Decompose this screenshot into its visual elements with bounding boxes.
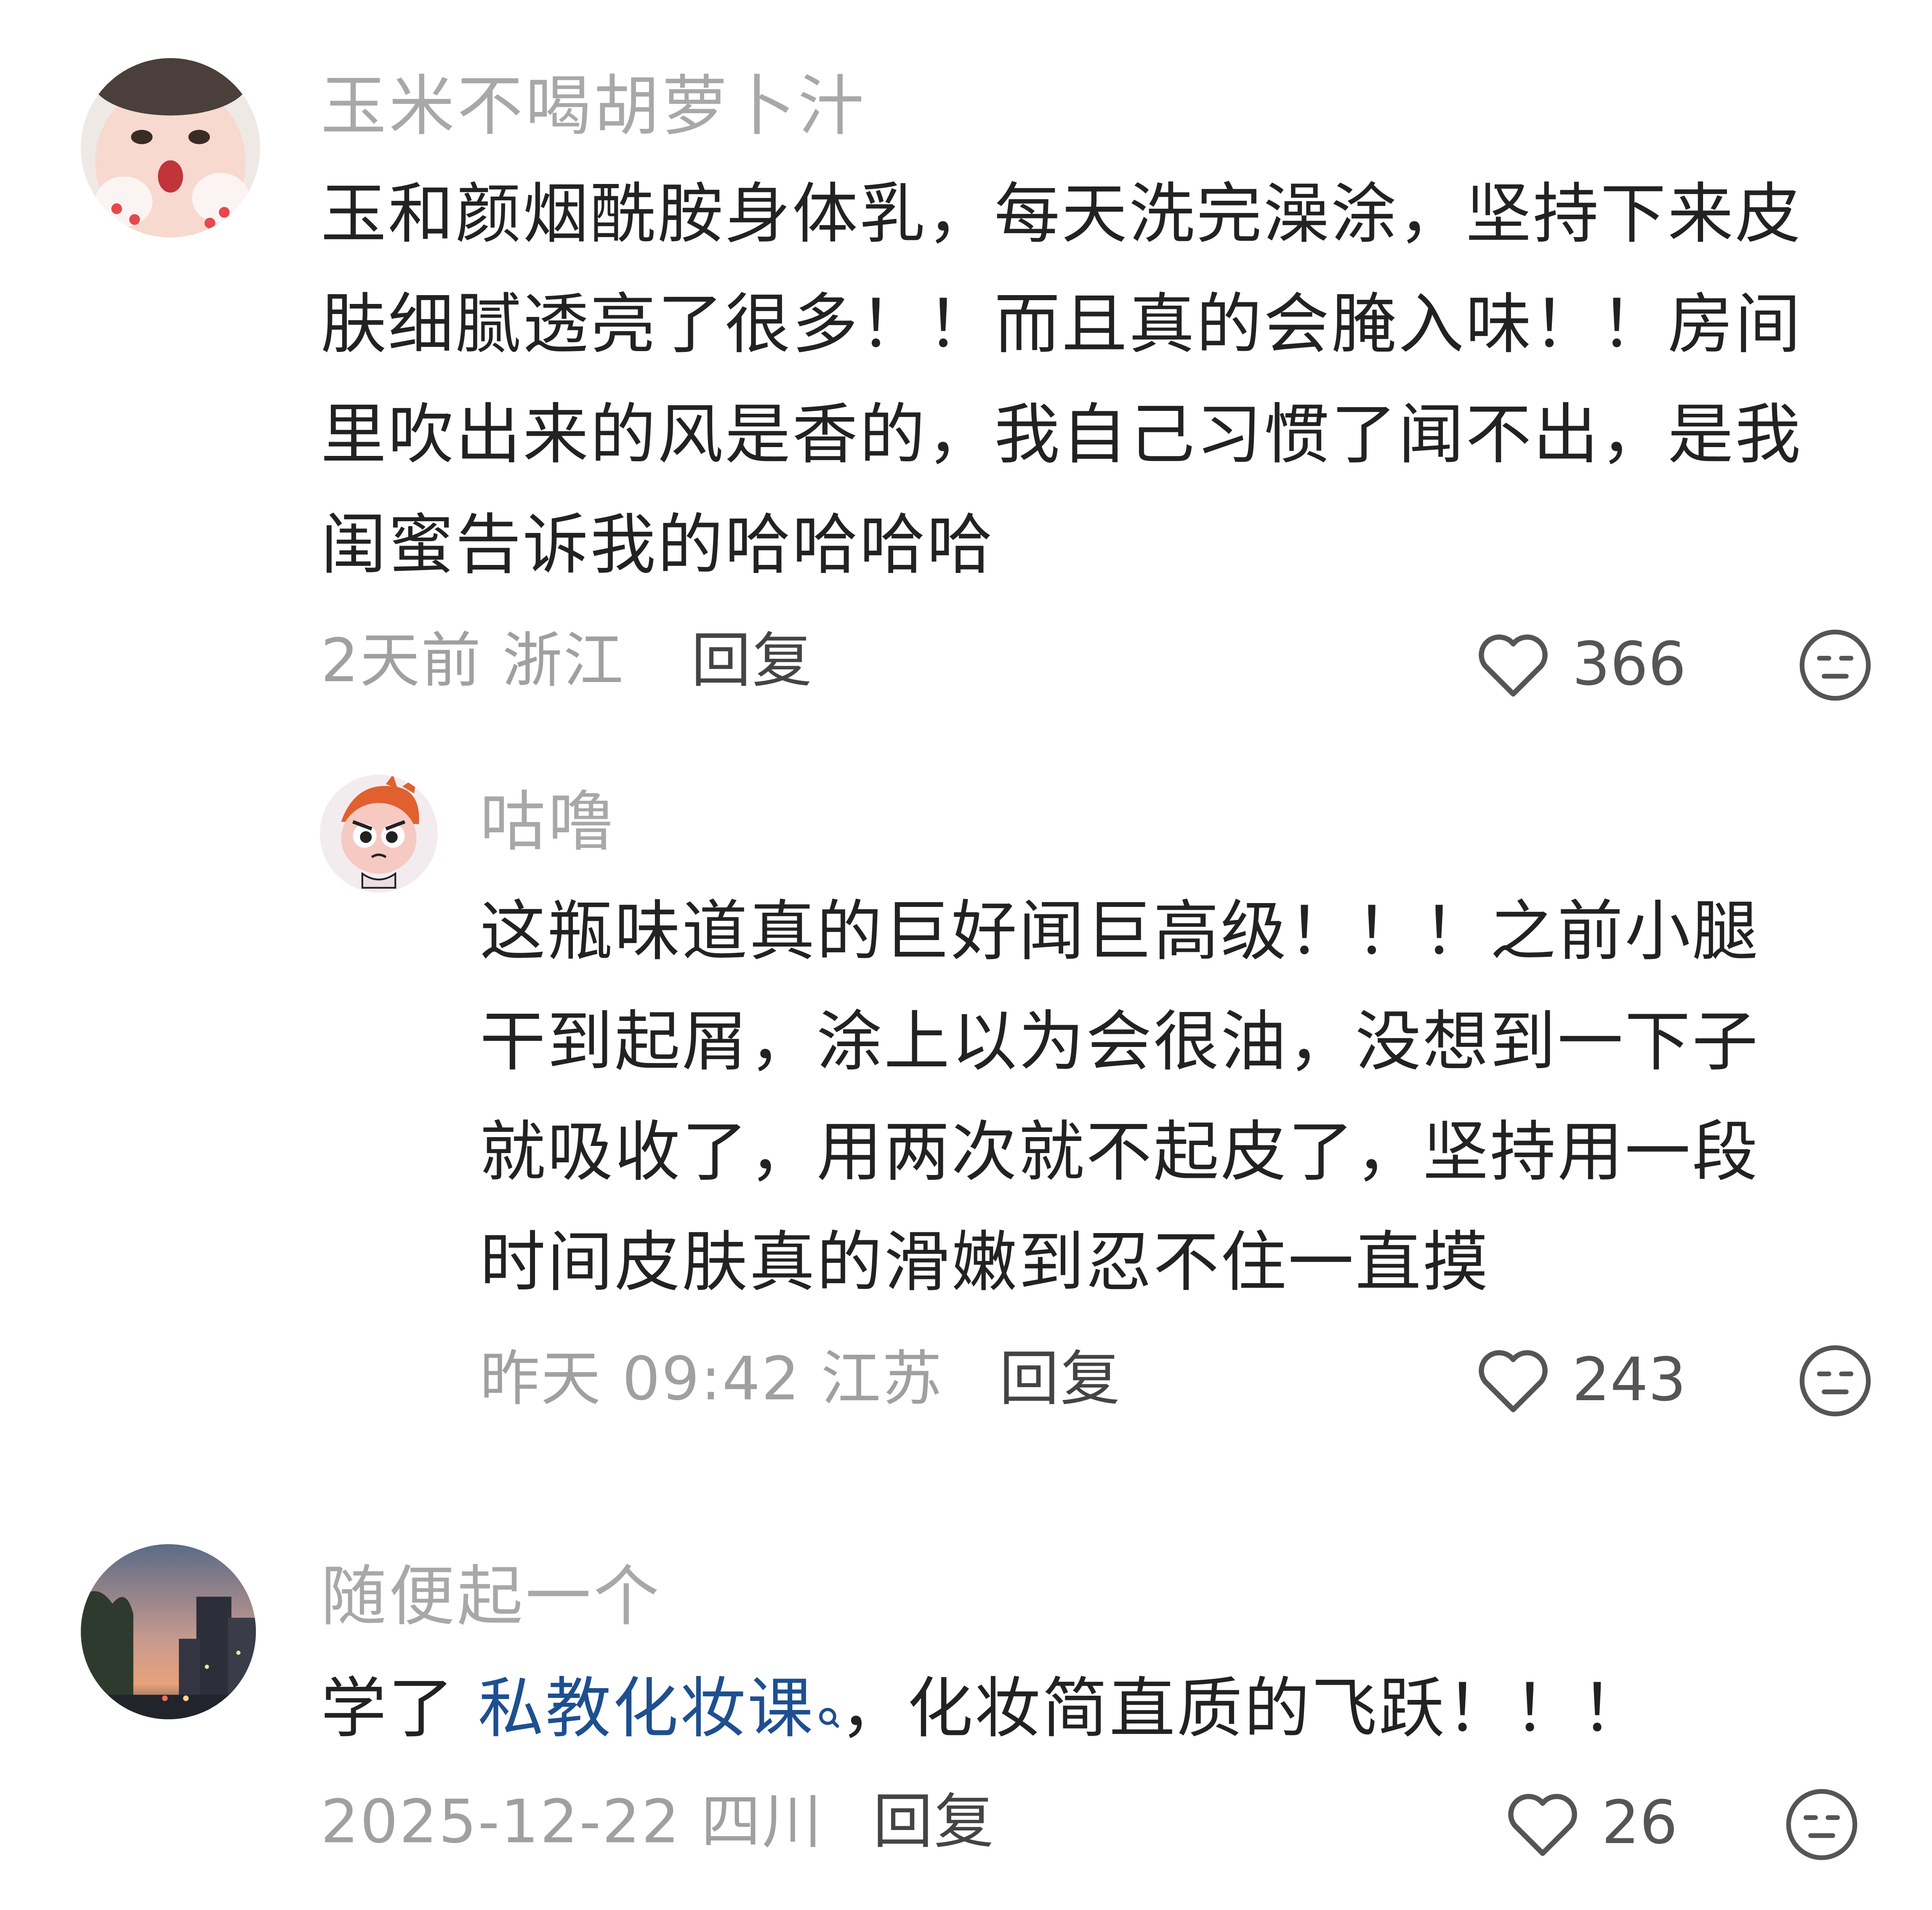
comment-text-line: 玉和颜烟酰胺身体乳，每天洗完澡涂，坚持下来皮 (321, 176, 1802, 252)
comment-text-line: 干到起屑，涂上以为会很油，没想到一下子 (480, 1003, 1759, 1080)
search-icon (817, 1672, 840, 1728)
like-count: 26 (1602, 1788, 1678, 1857)
meh-face-icon[interactable] (1797, 627, 1873, 703)
reply-button[interactable]: 回复 (999, 1337, 1121, 1421)
meh-face-icon[interactable] (1784, 1787, 1860, 1862)
comment-text-prefix: 学了 (321, 1670, 478, 1747)
comment-text-line: 闺蜜告诉我的哈哈哈哈 (321, 506, 994, 583)
like-count: 243 (1572, 1345, 1687, 1415)
comment-text-line: 时间皮肤真的滑嫩到忍不住一直摸 (480, 1224, 1490, 1300)
meh-face-icon[interactable] (1797, 1343, 1873, 1419)
comment-text-line: 里吹出来的风是香的，我自己习惯了闻不出，是我 (321, 396, 1802, 473)
heart-outline-icon[interactable] (1473, 1343, 1553, 1415)
search-link[interactable]: 私教化妆课 (478, 1670, 840, 1747)
username[interactable]: 玉米不喝胡萝卜汁 (321, 64, 866, 148)
comment-meta: 昨天 09:42 江苏 (480, 1344, 943, 1414)
comment-text: 学了 私教化妆课 ，化妆简直质的飞跃！！！ (321, 1666, 1648, 1750)
avatar[interactable] (320, 775, 438, 892)
reply-button[interactable]: 回复 (691, 619, 813, 703)
heart-outline-icon[interactable] (1473, 627, 1553, 699)
comment-text-line: 肤细腻透亮了很多！！而且真的会腌入味！！房间 (321, 286, 1802, 362)
username[interactable]: 咕噜 (480, 780, 616, 864)
avatar[interactable] (81, 1544, 256, 1719)
username[interactable]: 随便起一个 (321, 1554, 662, 1638)
avatar[interactable] (81, 58, 260, 237)
comment-text-suffix: ，化妆简直质的飞跃！！！ (840, 1670, 1648, 1747)
comment-meta: 2天前 浙江 (321, 626, 625, 695)
reply-button[interactable]: 回复 (873, 1780, 995, 1864)
comment-text-line: 就吸收了，用两次就不起皮了，坚持用一段 (480, 1114, 1759, 1190)
like-count: 366 (1572, 629, 1687, 699)
heart-outline-icon[interactable] (1503, 1787, 1583, 1858)
comment-meta: 2025-12-22 四川 (321, 1787, 823, 1857)
comment-text-line: 这瓶味道真的巨好闻巨高级！！！之前小腿 (480, 893, 1759, 970)
